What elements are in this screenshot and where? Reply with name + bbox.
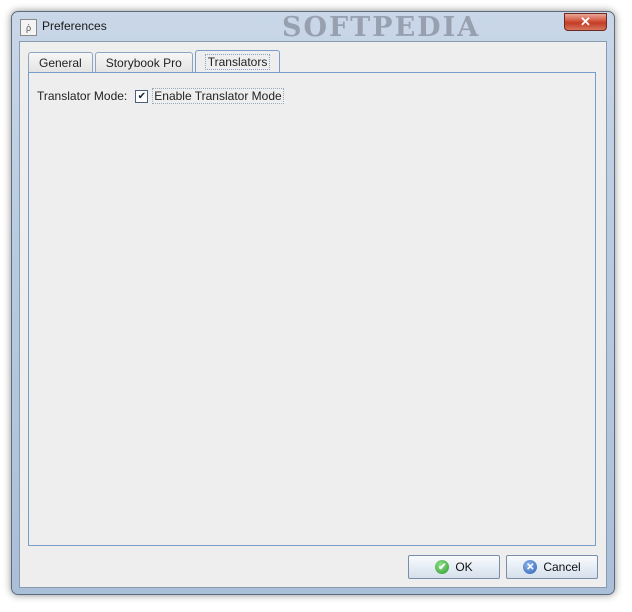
translator-mode-label: Translator Mode:: [37, 89, 128, 103]
dialog-content: General Storybook Pro Translators Transl…: [19, 41, 607, 588]
tab-label: Storybook Pro: [105, 55, 182, 70]
close-button[interactable]: ✕: [564, 13, 607, 31]
cancel-icon: ✕: [523, 560, 538, 574]
translator-mode-row: Translator Mode: ✔ Enable Translator Mod…: [37, 88, 284, 104]
tab-general[interactable]: General: [28, 52, 93, 72]
tab-bar: General Storybook Pro Translators: [28, 50, 282, 72]
cancel-button[interactable]: ✕ Cancel: [506, 555, 598, 579]
app-icon: ῤ: [20, 19, 37, 36]
tab-label: Translators: [204, 53, 271, 70]
watermark-logo: SOFTPEDIA: [282, 12, 481, 43]
enable-translator-mode-checkbox[interactable]: ✔: [135, 89, 149, 103]
cancel-button-label: Cancel: [543, 560, 581, 574]
tab-label: General: [39, 55, 82, 70]
close-icon: ✕: [580, 14, 591, 29]
checkmark-icon: ✔: [435, 560, 450, 574]
window-title: Preferences: [42, 19, 107, 33]
ok-button[interactable]: ✔ OK: [408, 555, 500, 579]
preferences-window: ῤ Preferences SOFTPEDIA ✕ General Storyb…: [11, 11, 615, 595]
ok-button-label: OK: [455, 560, 473, 574]
enable-translator-mode-label[interactable]: Enable Translator Mode: [152, 88, 284, 104]
tab-translators[interactable]: Translators: [194, 50, 281, 72]
dialog-buttons: ✔ OK ✕ Cancel: [408, 555, 598, 579]
tab-storybook-pro[interactable]: Storybook Pro: [94, 52, 193, 72]
translators-panel: Translator Mode: ✔ Enable Translator Mod…: [28, 72, 596, 546]
title-bar[interactable]: ῤ Preferences SOFTPEDIA ✕: [12, 12, 614, 43]
